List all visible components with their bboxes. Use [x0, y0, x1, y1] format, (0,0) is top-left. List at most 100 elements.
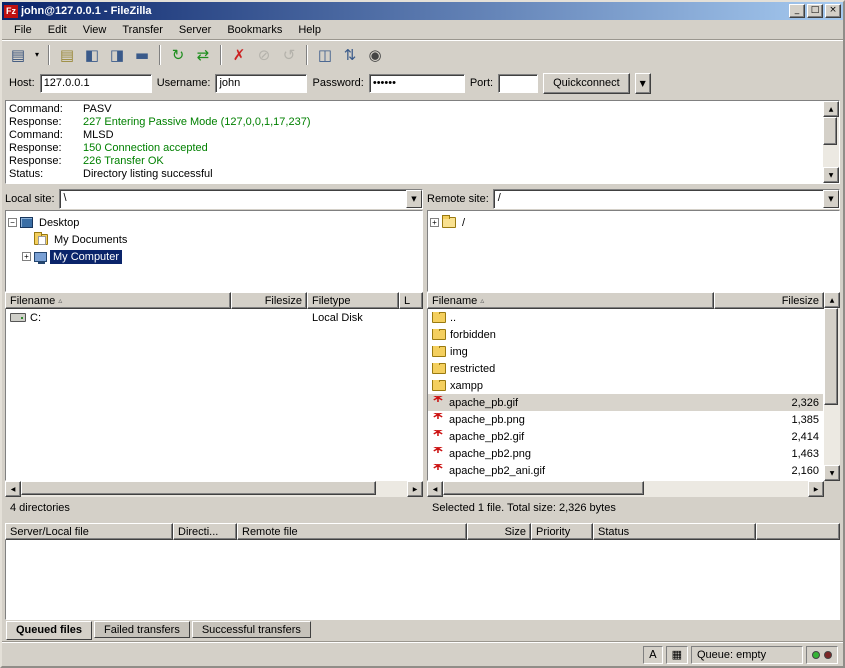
menu-transfer[interactable]: Transfer	[114, 21, 171, 39]
close-button[interactable]: ×	[825, 4, 841, 18]
remote-site-label: Remote site:	[427, 193, 489, 205]
tree-item[interactable]: −Desktop	[8, 214, 420, 231]
column-header-status[interactable]: Status	[593, 523, 756, 540]
quickconnect-dropdown[interactable]: ▼	[635, 73, 651, 94]
scroll-up-icon[interactable]: ▲	[823, 101, 839, 117]
toggle-local-tree-icon[interactable]: ◧	[80, 43, 104, 67]
log-scroll-thumb[interactable]	[823, 117, 837, 145]
scroll-down-icon[interactable]: ▼	[823, 167, 839, 183]
scroll-right-icon[interactable]: ▶	[407, 481, 423, 497]
remote-vertical-scrollbar[interactable]: ▲ ▼	[824, 292, 840, 481]
remote-vscroll-track[interactable]	[824, 308, 840, 465]
transfer-type-icon[interactable]: A	[643, 646, 663, 664]
synchronized-browsing-icon[interactable]: ⇅	[338, 43, 362, 67]
column-header-filesize[interactable]: Filesize	[231, 292, 307, 309]
directory-comparison-icon[interactable]: ◫	[313, 43, 337, 67]
transfer-queue: Server/Local file Directi...Remote fileSi…	[5, 523, 840, 620]
file-row[interactable]: apache_pb.gif2,326	[428, 394, 823, 411]
log-line-label: Response:	[9, 116, 83, 129]
log-scroll-track[interactable]	[823, 117, 839, 167]
log-vertical-scrollbar[interactable]: ▲ ▼	[823, 101, 839, 183]
local-hscroll-thumb[interactable]	[21, 481, 376, 495]
site-manager-icon[interactable]: ▤	[6, 43, 30, 67]
cancel-icon[interactable]: ✗	[227, 43, 251, 67]
tree-item[interactable]: My Documents	[8, 231, 420, 248]
menu-server[interactable]: Server	[171, 21, 219, 39]
column-header-directi[interactable]: Directi...	[173, 523, 237, 540]
file-row[interactable]: ..	[428, 309, 823, 326]
tree-item[interactable]: +/	[430, 214, 837, 231]
column-header-filler	[756, 523, 840, 540]
menu-view[interactable]: View	[75, 21, 115, 39]
local-horizontal-scrollbar[interactable]: ◀ ▶	[5, 481, 423, 497]
disconnect-icon[interactable]: ⊘	[252, 43, 276, 67]
password-input[interactable]	[369, 74, 465, 93]
port-input[interactable]	[498, 74, 538, 93]
local-hscroll-track[interactable]	[21, 481, 407, 497]
file-row[interactable]: xampp	[428, 377, 823, 394]
file-name: apache_pb.png	[449, 414, 525, 426]
column-header-label: Filesize	[265, 295, 302, 307]
column-header-filename[interactable]: Filename▵	[427, 292, 714, 309]
refresh-icon[interactable]: ↻	[166, 43, 190, 67]
speed-limit-icon[interactable]: ▦	[666, 646, 688, 664]
file-row[interactable]: apache_pb2_ani.gif2,160	[428, 462, 823, 479]
expand-plus-icon[interactable]: +	[430, 218, 439, 227]
reconnect-icon[interactable]: ↺	[277, 43, 301, 67]
chevron-down-icon[interactable]: ▼	[406, 190, 422, 208]
tab-queued-files[interactable]: Queued files	[6, 621, 92, 640]
column-header-remote-file[interactable]: Remote file	[237, 523, 467, 540]
menu-help[interactable]: Help	[290, 21, 329, 39]
file-row[interactable]: apache_pb.png1,385	[428, 411, 823, 428]
scroll-left-icon[interactable]: ◀	[427, 481, 443, 497]
toggle-remote-tree-icon[interactable]: ◨	[105, 43, 129, 67]
column-header-filename[interactable]: Filename▵	[5, 292, 231, 309]
host-input[interactable]	[40, 74, 152, 93]
maximize-button[interactable]: □	[807, 4, 823, 18]
scroll-up-icon[interactable]: ▲	[824, 292, 840, 308]
file-size: 1,463	[715, 448, 823, 460]
username-input[interactable]	[215, 74, 307, 93]
local-site-combo[interactable]: \ ▼	[59, 189, 423, 209]
column-header-label: Server/Local file	[10, 526, 89, 538]
column-header-filesize[interactable]: Filesize	[714, 292, 824, 309]
expand-plus-icon[interactable]: +	[22, 252, 31, 261]
toggle-queue-icon[interactable]: ▬	[130, 43, 154, 67]
toggle-log-icon[interactable]: ▤	[55, 43, 79, 67]
site-manager-dropdown[interactable]: ▾	[31, 43, 43, 67]
chevron-down-icon[interactable]: ▼	[823, 190, 839, 208]
tab-successful-transfers[interactable]: Successful transfers	[192, 621, 311, 638]
collapse-minus-icon[interactable]: −	[8, 218, 17, 227]
column-header-l[interactable]: L	[399, 292, 423, 309]
menu-file[interactable]: File	[6, 21, 40, 39]
remote-vscroll-thumb[interactable]	[824, 308, 838, 405]
find-files-icon[interactable]: ◉	[363, 43, 387, 67]
menu-bookmarks[interactable]: Bookmarks	[219, 21, 290, 39]
process-queue-icon[interactable]: ⇄	[191, 43, 215, 67]
remote-hscroll-track[interactable]	[443, 481, 808, 497]
column-header-label: L	[404, 295, 410, 307]
file-row[interactable]: img	[428, 343, 823, 360]
local-list-header: Filename▵ Filesize Filetype L	[5, 292, 423, 309]
log-line: Response:226 Transfer OK	[9, 155, 820, 168]
tree-item[interactable]: +My Computer	[8, 248, 420, 265]
remote-horizontal-scrollbar[interactable]: ◀ ▶	[427, 481, 824, 497]
file-row[interactable]: C:Local Disk	[6, 309, 422, 326]
tab-failed-transfers[interactable]: Failed transfers	[94, 621, 190, 638]
scroll-down-icon[interactable]: ▼	[824, 465, 840, 481]
file-row[interactable]: apache_pb2.png1,463	[428, 445, 823, 462]
column-header-filetype[interactable]: Filetype	[307, 292, 399, 309]
minimize-button[interactable]: _	[789, 4, 805, 18]
remote-site-combo[interactable]: / ▼	[493, 189, 840, 209]
scroll-left-icon[interactable]: ◀	[5, 481, 21, 497]
quickconnect-button[interactable]: Quickconnect	[543, 73, 630, 94]
column-header-size[interactable]: Size	[467, 523, 531, 540]
file-row[interactable]: forbidden	[428, 326, 823, 343]
scroll-right-icon[interactable]: ▶	[808, 481, 824, 497]
menu-edit[interactable]: Edit	[40, 21, 75, 39]
remote-hscroll-thumb[interactable]	[443, 481, 644, 495]
column-header-priority[interactable]: Priority	[531, 523, 593, 540]
column-header-server-local-file[interactable]: Server/Local file	[5, 523, 173, 540]
file-row[interactable]: restricted	[428, 360, 823, 377]
file-row[interactable]: apache_pb2.gif2,414	[428, 428, 823, 445]
